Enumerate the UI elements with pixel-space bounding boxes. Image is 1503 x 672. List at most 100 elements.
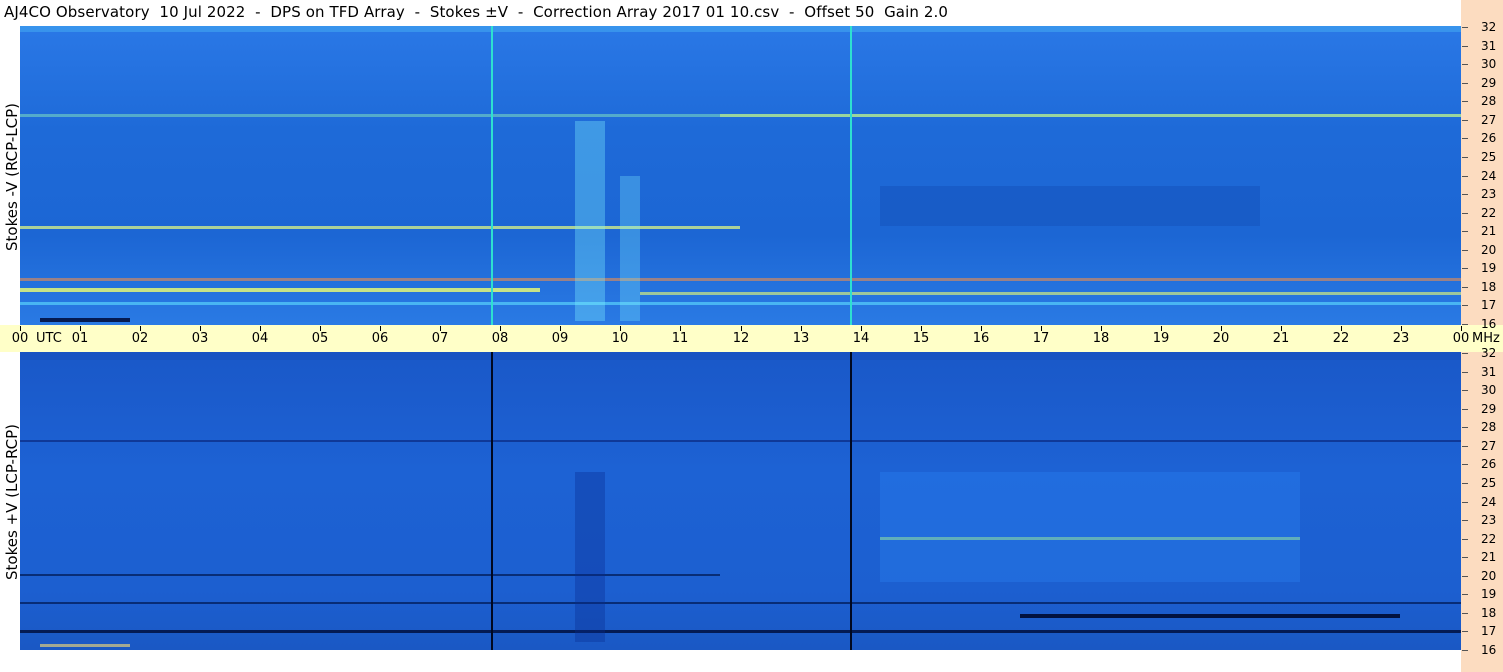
top-freq-label: 19 [1481, 261, 1497, 275]
top-freq-label: 22 [1481, 206, 1497, 220]
top-freq-label: 28 [1481, 94, 1497, 108]
bottom-freq-label: 22 [1481, 532, 1497, 546]
time-tick-label: 14 [852, 331, 870, 346]
bottom-freq-label: 17 [1481, 624, 1497, 638]
time-marker-top-1 [491, 26, 493, 325]
top-freq-label: 32 [1481, 20, 1497, 34]
time-tick-label: 05 [311, 331, 329, 346]
top-freq-label: 23 [1481, 187, 1497, 201]
bottom-freq-label: 32 [1481, 346, 1497, 360]
time-tick-label: 04 [251, 331, 269, 346]
top-freq-label: 21 [1481, 224, 1497, 238]
time-tick-label: 18 [1092, 331, 1110, 346]
freq-tick [1462, 64, 1468, 65]
freq-tick [1462, 305, 1468, 306]
mhz-label: MHz [1472, 331, 1500, 346]
time-tick-label: 12 [732, 331, 750, 346]
freq-tick [1462, 390, 1468, 391]
time-tick-label: 02 [131, 331, 149, 346]
freq-tick [1462, 353, 1468, 354]
top-freq-label: 16 [1481, 317, 1497, 331]
time-marker-bottom-2 [850, 352, 852, 650]
bottom-freq-label: 31 [1481, 365, 1497, 379]
freq-tick [1462, 483, 1468, 484]
bottom-freq-label: 21 [1481, 550, 1497, 564]
spectrogram-top-panel [20, 26, 1461, 325]
time-tick-label: 21 [1272, 331, 1290, 346]
time-tick-label: 22 [1332, 331, 1350, 346]
time-marker-top-2 [850, 26, 852, 325]
time-tick-label: 11 [671, 331, 689, 346]
bottom-panel-label: Stokes +V (LCP-RCP) [3, 424, 21, 580]
freq-tick [1462, 539, 1468, 540]
top-freq-label: 30 [1481, 57, 1497, 71]
time-tick-label: 17 [1032, 331, 1050, 346]
time-tick-label: 01 [71, 331, 89, 346]
top-freq-label: 29 [1481, 76, 1497, 90]
time-tick-label: 08 [491, 331, 509, 346]
freq-tick [1462, 427, 1468, 428]
freq-tick [1462, 27, 1468, 28]
bottom-freq-label: 25 [1481, 476, 1497, 490]
top-freq-label: 18 [1481, 280, 1497, 294]
freq-tick [1462, 576, 1468, 577]
utc-label: UTC [36, 331, 62, 346]
top-panel-label: Stokes -V (RCP-LCP) [3, 103, 21, 251]
bottom-freq-label: 27 [1481, 439, 1497, 453]
bottom-freq-label: 26 [1481, 457, 1497, 471]
time-tick-label: 00 [11, 331, 29, 346]
bottom-freq-label: 30 [1481, 383, 1497, 397]
freq-tick [1462, 157, 1468, 158]
top-freq-label: 31 [1481, 39, 1497, 53]
freq-tick [1462, 631, 1468, 632]
time-tick-label: 16 [972, 331, 990, 346]
bottom-freq-label: 28 [1481, 420, 1497, 434]
time-tick-label: 06 [371, 331, 389, 346]
time-tick-label: 09 [551, 331, 569, 346]
chart-title: AJ4CO Observatory 10 Jul 2022 - DPS on T… [4, 3, 949, 21]
time-tick-label: 03 [191, 331, 209, 346]
freq-tick [1462, 446, 1468, 447]
freq-tick [1462, 213, 1468, 214]
freq-tick [1462, 520, 1468, 521]
freq-tick [1462, 650, 1468, 651]
freq-tick [1462, 502, 1468, 503]
freq-tick [1462, 372, 1468, 373]
top-freq-label: 17 [1481, 298, 1497, 312]
freq-tick [1462, 324, 1468, 325]
freq-tick [1462, 138, 1468, 139]
time-tick-label: 23 [1392, 331, 1410, 346]
top-freq-label: 20 [1481, 243, 1497, 257]
freq-tick [1462, 287, 1468, 288]
time-tick-label: 20 [1212, 331, 1230, 346]
freq-tick [1462, 120, 1468, 121]
freq-tick [1462, 231, 1468, 232]
time-tick-label: 07 [431, 331, 449, 346]
time-tick-label: 10 [611, 331, 629, 346]
bottom-freq-label: 16 [1481, 643, 1497, 657]
top-freq-label: 24 [1481, 169, 1497, 183]
freq-tick [1462, 101, 1468, 102]
bottom-freq-label: 23 [1481, 513, 1497, 527]
freq-tick [1462, 83, 1468, 84]
top-freq-label: 27 [1481, 113, 1497, 127]
time-tick-label: 13 [792, 331, 810, 346]
freq-tick [1462, 557, 1468, 558]
time-tick-label: 19 [1152, 331, 1170, 346]
top-freq-label: 26 [1481, 131, 1497, 145]
freq-tick [1462, 613, 1468, 614]
freq-tick [1462, 176, 1468, 177]
bottom-freq-label: 19 [1481, 587, 1497, 601]
bottom-freq-label: 24 [1481, 495, 1497, 509]
time-tick-label: 15 [912, 331, 930, 346]
bottom-freq-label: 29 [1481, 402, 1497, 416]
bottom-freq-label: 20 [1481, 569, 1497, 583]
freq-tick [1462, 464, 1468, 465]
time-tick-label: 00 [1452, 331, 1470, 346]
freq-tick [1462, 268, 1468, 269]
spectrogram-bottom-panel [20, 352, 1461, 650]
freq-tick [1462, 250, 1468, 251]
time-marker-bottom-1 [491, 352, 493, 650]
freq-tick [1462, 194, 1468, 195]
freq-tick [1462, 46, 1468, 47]
